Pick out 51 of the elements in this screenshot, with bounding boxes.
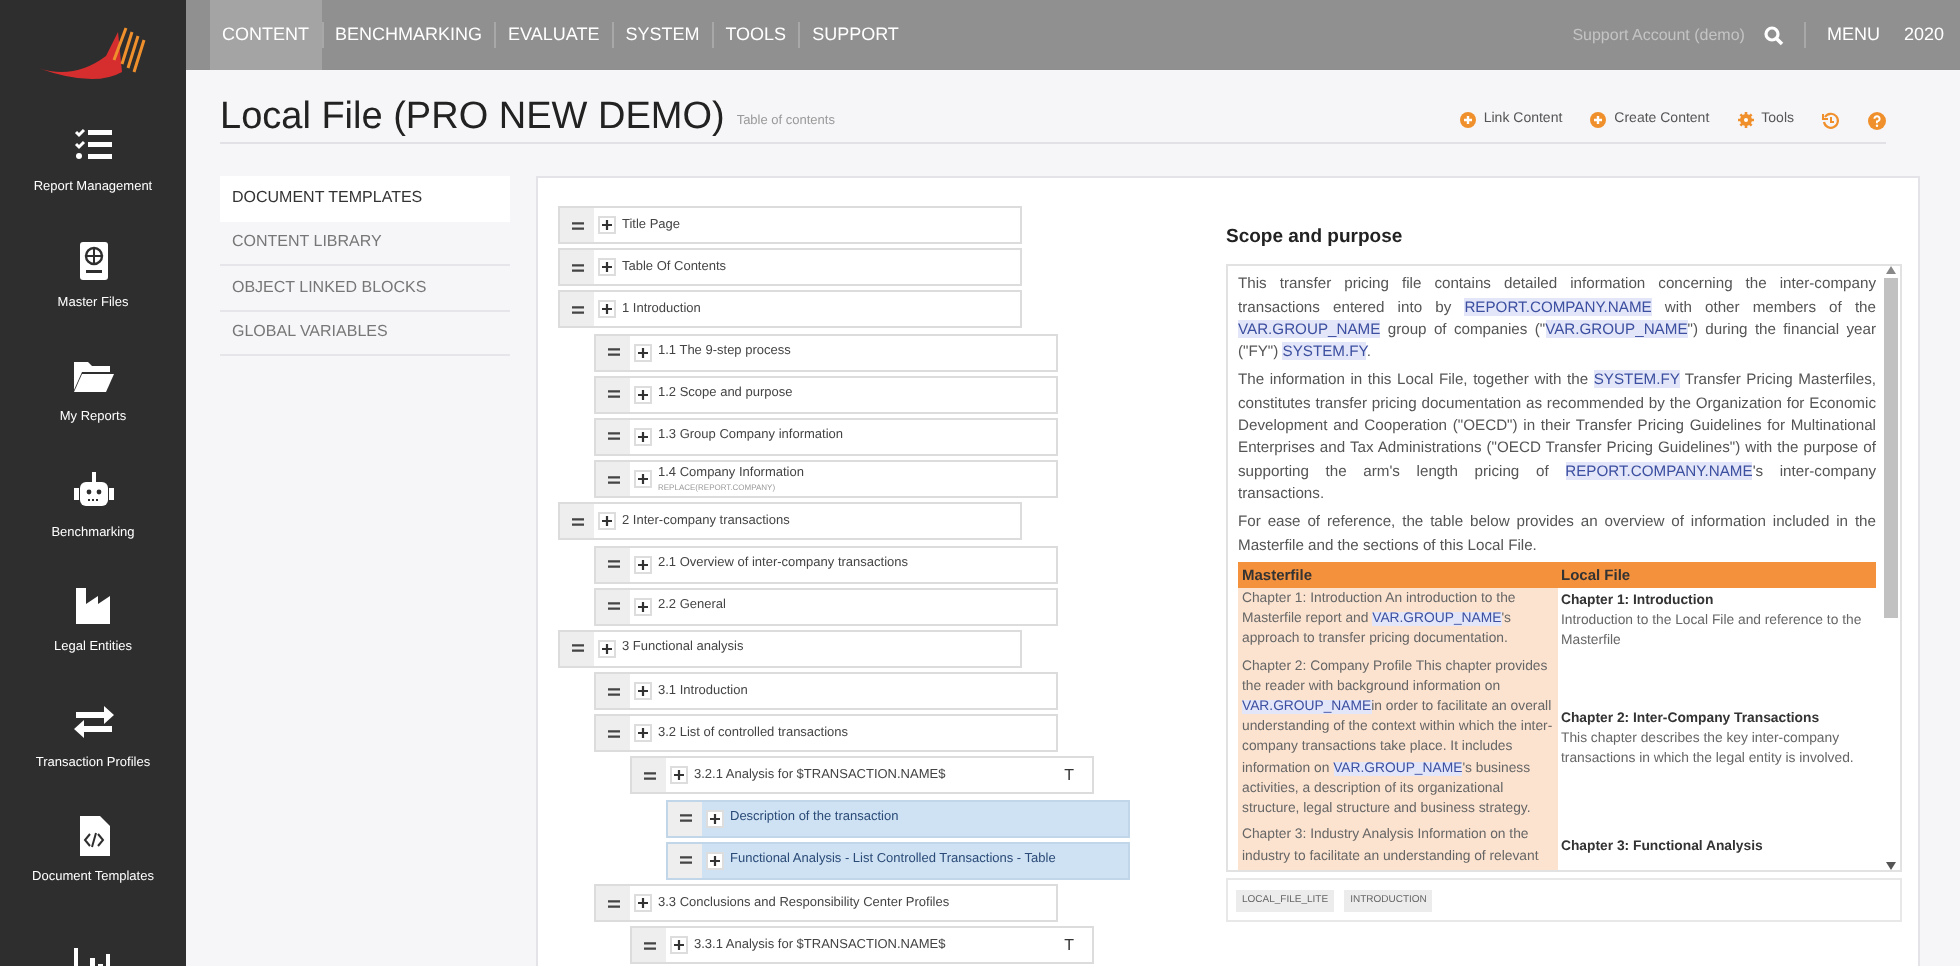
- expand-plus-icon[interactable]: [706, 851, 724, 870]
- side-menu-item[interactable]: OBJECT LINKED BLOCKS: [220, 266, 510, 311]
- drag-handle-icon[interactable]: [643, 941, 655, 950]
- plus-circle-icon: [1590, 111, 1607, 128]
- expand-plus-icon[interactable]: [634, 555, 652, 573]
- expand-plus-icon[interactable]: [706, 809, 724, 828]
- drag-handle-icon[interactable]: [607, 560, 619, 568]
- expand-plus-icon[interactable]: [670, 766, 688, 785]
- drag-handle-icon[interactable]: [607, 390, 619, 399]
- drag-handle-icon[interactable]: [679, 856, 691, 865]
- expand-plus-icon[interactable]: [598, 300, 616, 319]
- section-title: Scope and purpose: [1226, 224, 1405, 252]
- expand-plus-icon[interactable]: [598, 258, 616, 277]
- template-marker: T: [1064, 763, 1074, 788]
- drag-handle-icon[interactable]: [571, 517, 583, 526]
- expand-plus-icon[interactable]: [634, 470, 652, 489]
- search-icon[interactable]: [1764, 25, 1785, 45]
- side-menu-item[interactable]: CONTENT LIBRARY: [220, 221, 510, 266]
- drag-handle-icon[interactable]: [571, 305, 583, 314]
- expand-plus-icon[interactable]: [598, 216, 616, 234]
- expand-plus-icon[interactable]: [634, 724, 652, 743]
- expand-plus-icon[interactable]: [598, 512, 616, 531]
- template-marker: T: [1064, 933, 1074, 958]
- expand-plus-icon[interactable]: [634, 343, 652, 362]
- expand-plus-icon[interactable]: [634, 385, 652, 404]
- drag-handle-icon[interactable]: [607, 729, 619, 738]
- drag-handle-icon[interactable]: [607, 602, 619, 611]
- gear-icon: [1737, 111, 1754, 128]
- expand-plus-icon[interactable]: [670, 936, 688, 955]
- expand-plus-icon[interactable]: [634, 427, 652, 446]
- expand-plus-icon[interactable]: [598, 639, 616, 658]
- side-menu-item[interactable]: DOCUMENT TEMPLATES: [220, 176, 510, 221]
- drag-handle-icon[interactable]: [571, 644, 583, 653]
- scrollbar[interactable]: [1882, 266, 1900, 871]
- drag-handle-icon[interactable]: [607, 899, 619, 907]
- expand-plus-icon[interactable]: [634, 682, 652, 701]
- drag-handle-icon[interactable]: [571, 263, 583, 272]
- drag-handle-icon[interactable]: [607, 475, 619, 484]
- expand-plus-icon[interactable]: [634, 597, 652, 616]
- scroll-down-icon[interactable]: [1886, 862, 1896, 871]
- drag-handle-icon[interactable]: [679, 814, 691, 823]
- drag-handle-icon[interactable]: [607, 687, 619, 696]
- drag-handle-icon[interactable]: [571, 221, 583, 229]
- side-menu-item[interactable]: GLOBAL VARIABLES: [220, 311, 510, 356]
- drag-handle-icon[interactable]: [607, 348, 619, 357]
- drag-handle-icon[interactable]: [607, 432, 619, 441]
- plus-circle-icon: [1459, 111, 1476, 128]
- factory-icon[interactable]: [71, 584, 115, 629]
- page-title: Local File (PRO NEW DEMO): [220, 98, 725, 136]
- drag-handle-icon[interactable]: [643, 771, 655, 780]
- expand-plus-icon[interactable]: [634, 894, 652, 912]
